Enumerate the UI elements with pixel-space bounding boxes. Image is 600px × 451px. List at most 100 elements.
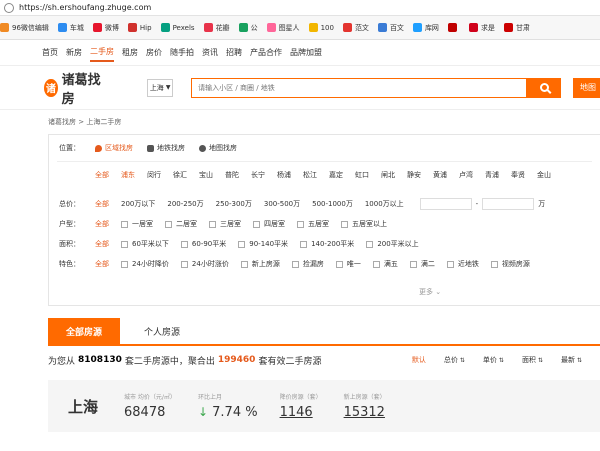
price-max-input[interactable] xyxy=(482,198,535,210)
bookmark-item[interactable]: 微博 xyxy=(92,23,119,33)
district-option[interactable]: 嘉定 xyxy=(329,170,343,180)
area-all-option[interactable]: 全部 xyxy=(95,239,109,249)
layout-checkbox[interactable]: 五居室以上 xyxy=(341,219,387,229)
layout-checkbox[interactable]: 一居室 xyxy=(121,219,153,229)
bookmark-item[interactable]: 96微信编辑 xyxy=(0,23,49,33)
price-option[interactable]: 全部 xyxy=(95,199,109,209)
sort-option[interactable]: 面积 ⇅ xyxy=(522,355,543,365)
tab-personal-listings[interactable]: 个人房源 xyxy=(144,318,180,344)
district-option[interactable]: 杨浦 xyxy=(277,170,291,180)
bookmark-item[interactable]: Pexels xyxy=(160,23,195,32)
nav-item[interactable]: 新房 xyxy=(66,44,82,61)
new-listings-stat[interactable]: 新上房源（套） 15312 xyxy=(344,392,386,420)
district-option[interactable]: 普陀 xyxy=(225,170,239,180)
nav-item[interactable]: 品牌加盟 xyxy=(290,44,322,61)
features-checkbox[interactable]: 唯一 xyxy=(335,259,361,269)
features-checkbox[interactable]: 捡漏房 xyxy=(291,259,324,269)
features-checkbox[interactable]: 24小时涨价 xyxy=(180,259,229,269)
features-checkbox[interactable]: 视频房源 xyxy=(490,259,530,269)
bookmark-item[interactable]: 花瓣 xyxy=(203,23,230,33)
tab-area-search[interactable]: 区域找房 xyxy=(95,143,133,153)
nav-item[interactable]: 首页 xyxy=(42,44,58,61)
district-option[interactable]: 黄浦 xyxy=(433,170,447,180)
layout-checkbox[interactable]: 三居室 xyxy=(209,219,241,229)
site-logo[interactable]: 诸 诸葛找房 xyxy=(44,69,101,107)
bookmark-item[interactable]: 车城 xyxy=(57,23,84,33)
district-option[interactable]: 奉贤 xyxy=(511,170,525,180)
layout-checkbox[interactable]: 二居室 xyxy=(165,219,197,229)
nav-item[interactable]: 二手房 xyxy=(90,43,114,62)
district-option[interactable]: 长宁 xyxy=(251,170,265,180)
district-option[interactable]: 闵行 xyxy=(147,170,161,180)
features-checkbox[interactable]: 满二 xyxy=(409,259,435,269)
price-option[interactable]: 500-1000万 xyxy=(312,199,353,209)
bookmark-item[interactable]: 公 xyxy=(238,23,258,33)
sort-option[interactable]: 最新 ⇅ xyxy=(561,355,582,365)
district-option[interactable]: 金山 xyxy=(537,170,551,180)
layout-checkbox[interactable]: 五居室 xyxy=(297,219,329,229)
price-option[interactable]: 300-500万 xyxy=(264,199,300,209)
features-checkbox[interactable]: 24小时降价 xyxy=(121,259,169,269)
address-bar[interactable]: https://sh.ershoufang.zhuge.com xyxy=(0,0,600,16)
nav-item[interactable]: 随手拍 xyxy=(170,44,194,61)
nav-item[interactable]: 资讯 xyxy=(202,44,218,61)
features-checkbox[interactable]: 满五 xyxy=(372,259,398,269)
breadcrumb[interactable]: 诸葛找房 > 上海二手房 xyxy=(0,110,600,134)
price-min-input[interactable] xyxy=(419,198,472,210)
price-drop-stat[interactable]: 降价房源（套） 1146 xyxy=(280,392,322,420)
price-option[interactable]: 250-300万 xyxy=(216,199,252,209)
bookmark-item[interactable]: 范文 xyxy=(342,23,369,33)
district-option[interactable]: 卢湾 xyxy=(459,170,473,180)
nav-item[interactable]: 租房 xyxy=(122,44,138,61)
district-option[interactable]: 宝山 xyxy=(199,170,213,180)
layout-all-option[interactable]: 全部 xyxy=(95,219,109,229)
price-option[interactable]: 200万以下 xyxy=(121,199,155,209)
area-checkbox[interactable]: 90-140平米 xyxy=(238,239,288,249)
sort-option[interactable]: 单价 ⇅ xyxy=(483,355,504,365)
area-checkbox[interactable]: 60平米以下 xyxy=(121,239,169,249)
bookmark-item[interactable] xyxy=(447,23,460,32)
district-option[interactable]: 浦东 xyxy=(121,170,135,180)
bookmark-item[interactable]: 百文 xyxy=(377,23,404,33)
bookmark-item[interactable]: Hip xyxy=(127,23,152,32)
bookmark-item[interactable]: 甘肃 xyxy=(503,23,530,33)
nav-item[interactable]: 招聘 xyxy=(226,44,242,61)
district-option[interactable]: 青浦 xyxy=(485,170,499,180)
bookmark-item[interactable]: 图星人 xyxy=(266,23,300,33)
district-option[interactable]: 松江 xyxy=(303,170,317,180)
search-input[interactable] xyxy=(191,77,528,98)
tab-all-listings[interactable]: 全部房源 xyxy=(48,318,120,344)
url-text[interactable]: https://sh.ershoufang.zhuge.com xyxy=(19,3,151,12)
tab-subway-search[interactable]: 地铁找房 xyxy=(147,143,185,153)
price-drop-value[interactable]: 1146 xyxy=(280,405,322,420)
features-checkbox[interactable]: 新上房源 xyxy=(240,259,280,269)
district-option[interactable]: 全部 xyxy=(95,170,109,180)
tab-map-search[interactable]: 地图找房 xyxy=(199,143,237,153)
district-option[interactable]: 徐汇 xyxy=(173,170,187,180)
features-all-option[interactable]: 全部 xyxy=(95,259,109,269)
nav-item[interactable]: 房价 xyxy=(146,44,162,61)
search-button[interactable] xyxy=(527,77,562,98)
bookmark-item[interactable]: 100 xyxy=(308,23,334,32)
layout-checkbox-label: 五居室以上 xyxy=(352,220,387,228)
district-option[interactable]: 虹口 xyxy=(355,170,369,180)
area-checkbox[interactable]: 60-90平米 xyxy=(180,239,226,249)
more-filters-button[interactable]: 更多 ⌄ xyxy=(419,287,441,297)
bookmark-item[interactable]: 库网 xyxy=(412,23,439,33)
layout-checkbox[interactable]: 四居室 xyxy=(253,219,285,229)
map-search-button[interactable]: 地图 xyxy=(573,77,600,98)
nav-item[interactable]: 产品合作 xyxy=(250,44,282,61)
district-option[interactable]: 静安 xyxy=(407,170,421,180)
features-checkbox[interactable]: 近地铁 xyxy=(446,259,479,269)
area-checkbox[interactable]: 140-200平米 xyxy=(300,239,354,249)
sort-option[interactable]: 默认 xyxy=(412,355,426,365)
district-option[interactable]: 闸北 xyxy=(381,170,395,180)
sort-option[interactable]: 总价 ⇅ xyxy=(444,355,465,365)
area-checkbox[interactable]: 200平米以上 xyxy=(366,239,419,249)
price-option[interactable]: 1000万以上 xyxy=(365,199,404,209)
new-listings-value[interactable]: 15312 xyxy=(344,405,386,420)
price-option[interactable]: 200-250万 xyxy=(167,199,203,209)
city-selector[interactable]: 上海 ▼ xyxy=(147,78,174,97)
bookmark-label: Hip xyxy=(139,23,152,32)
bookmark-item[interactable]: 求是 xyxy=(468,23,495,33)
